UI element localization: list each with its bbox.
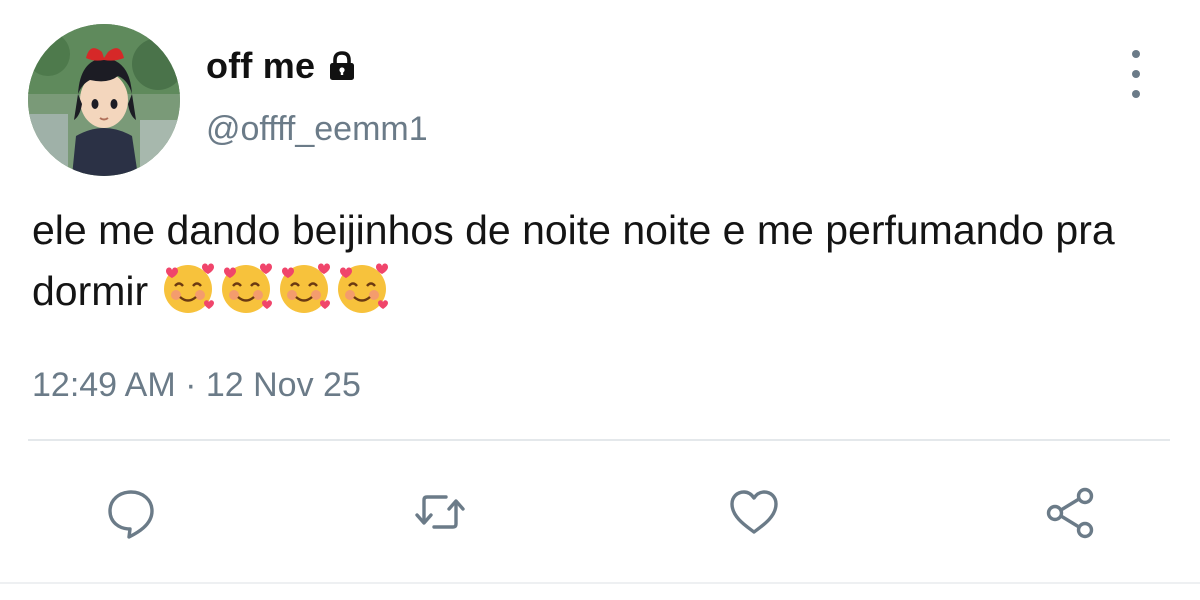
tweet-timestamp[interactable]: 12:49 AM · 12 Nov 25 [32,366,361,405]
lock-icon [325,49,359,83]
avatar[interactable] [28,24,180,176]
reply-button[interactable] [101,484,161,540]
more-options-dot [1132,70,1140,78]
divider [28,439,1170,441]
retweet-button[interactable] [410,484,470,540]
tweet-text: ele me dando beijinhos de noite noite e … [32,203,1132,318]
tweet-card: off me @offff_eemm1 ele me dando beijinh… [0,0,1200,600]
emoji-group [158,257,390,317]
smiling-face-with-hearts-icon [274,257,334,317]
smiling-face-with-hearts-icon [216,257,276,317]
smiling-face-with-hearts-icon [332,257,392,317]
more-options-button[interactable] [1118,50,1154,98]
heart-icon [730,490,778,534]
avatar-image [28,24,180,176]
more-options-icon [1132,50,1140,58]
bottom-divider [0,582,1200,584]
display-name-row: off me [206,44,359,88]
like-button[interactable] [724,484,784,540]
speech-bubble-icon [108,490,154,539]
share-nodes-icon [1046,487,1094,539]
smiling-face-with-hearts-icon [158,257,218,317]
display-name[interactable]: off me [206,45,315,87]
retweet-arrows-icon [415,495,465,529]
more-options-dot [1132,90,1140,98]
share-button[interactable] [1040,484,1100,540]
user-handle[interactable]: @offff_eemm1 [206,110,428,149]
